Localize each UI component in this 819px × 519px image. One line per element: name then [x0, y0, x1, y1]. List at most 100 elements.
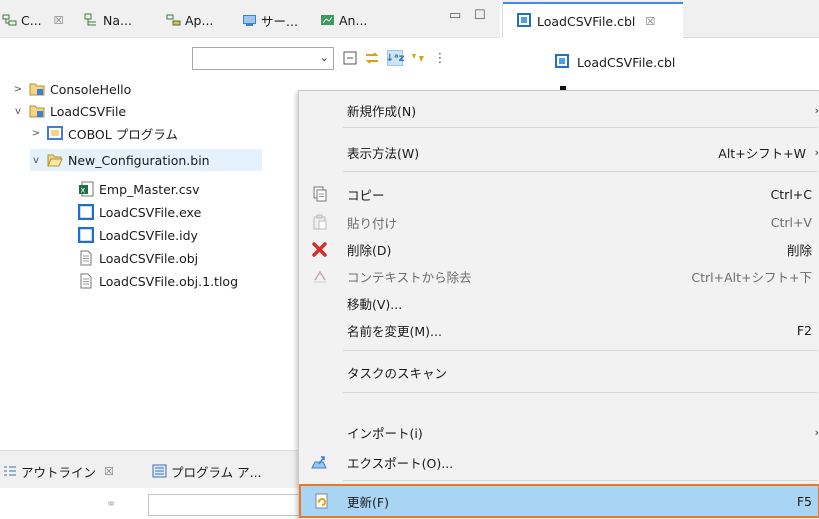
idy-file-icon: [77, 226, 95, 244]
sort-az-icon[interactable]: ↓ᵃz: [386, 50, 404, 66]
tab-label: Ap...: [185, 12, 214, 28]
menu-item-label: 表示方法(W): [347, 145, 420, 161]
menu-item-rename[interactable]: 名前を変更(M)... F2: [299, 315, 819, 345]
outline-filter-field[interactable]: [148, 494, 300, 516]
cobol-program-folder-icon: [47, 125, 63, 141]
tree-item-label: LoadCSVFile.idy: [99, 227, 198, 243]
tree-item-obj[interactable]: LoadCSVFile.obj: [78, 247, 198, 269]
breadcrumb-label: LoadCSVFile.cbl: [577, 55, 676, 70]
text-file-icon: [78, 250, 94, 266]
chevron-right-icon: ›: [814, 103, 819, 117]
menu-item-shortcut: 削除: [786, 242, 812, 258]
menu-item-new[interactable]: 新規作成(N) ›: [299, 95, 819, 125]
copy-icon: [311, 185, 329, 203]
tab-program-structure[interactable]: プログラム ア...: [152, 461, 262, 481]
tree-item-exe[interactable]: LoadCSVFile.exe: [77, 201, 201, 223]
menu-item-label: 更新(F): [347, 494, 389, 510]
tree-item-label: LoadCSVFile.obj: [99, 250, 199, 266]
menu-item-show-in[interactable]: 表示方法(W) Alt+シフト+W ›: [299, 137, 819, 167]
close-icon[interactable]: ☒: [54, 14, 64, 27]
tree-item-label: COBOL プログラム: [68, 126, 178, 142]
tab-analysis[interactable]: An...: [320, 10, 367, 30]
filter-combo[interactable]: ⌄: [192, 47, 334, 70]
svg-text:x: x: [81, 186, 86, 195]
cobol-project-icon: [29, 103, 45, 119]
minimize-icon[interactable]: ▭: [449, 8, 461, 23]
menu-item-scan-tasks[interactable]: タスクのスキャン: [299, 357, 819, 387]
menu-item-label: エクスポート(O)...: [347, 455, 454, 471]
close-icon[interactable]: ☒: [104, 465, 114, 478]
menu-item-shortcut: F5: [796, 493, 812, 509]
tab-outline[interactable]: アウトライン ☒: [2, 461, 114, 481]
cobol-file-icon: [517, 12, 531, 30]
chevron-down-icon[interactable]: v: [12, 106, 24, 117]
tab-label: An...: [339, 12, 368, 28]
tab-project-explorer[interactable]: C... ☒: [2, 10, 64, 30]
link-with-editor-icon[interactable]: [364, 50, 380, 66]
chevron-right-icon: ›: [814, 145, 819, 159]
program-structure-icon: [152, 464, 167, 478]
tree-item-label: ConsoleHello: [50, 81, 132, 97]
tree-item-idy[interactable]: LoadCSVFile.idy: [77, 224, 198, 246]
project-explorer-icon: [2, 13, 17, 27]
tree-item-cobol-program[interactable]: > COBOL プログラム: [30, 122, 178, 144]
menu-separator: [343, 350, 818, 351]
text-file-icon: [78, 273, 94, 289]
maximize-icon[interactable]: ☐: [474, 8, 486, 23]
editor-tab-bar: LoadCSVFile.cbl ☒: [502, 0, 819, 38]
filter-icon[interactable]: [410, 50, 426, 66]
link-icon[interactable]: ⚭: [106, 496, 116, 511]
editor-tab-label: LoadCSVFile.cbl: [537, 13, 636, 29]
menu-item-copy[interactable]: コピー Ctrl+C: [299, 179, 819, 209]
menu-item-move[interactable]: 移動(V)...: [299, 288, 819, 318]
menu-item-delete[interactable]: 削除(D) 削除: [299, 234, 819, 264]
tab-applications[interactable]: Ap...: [166, 10, 213, 30]
tree-item-consolehello[interactable]: > ConsoleHello: [12, 78, 132, 100]
tab-label: C...: [21, 12, 42, 28]
export-icon: [311, 453, 329, 471]
tree-item-loadcsvfile[interactable]: v LoadCSVFile: [12, 100, 126, 122]
menu-item-label: 新規作成(N): [347, 103, 417, 119]
explorer-tab-bar: C... ☒ Na... Ap... サー... An... ▭ ☐: [0, 0, 500, 38]
menu-item-label: インポート(i): [347, 425, 423, 441]
excel-file-icon: x: [78, 181, 94, 197]
menu-item-remove-from-context[interactable]: コンテキストから除去 Ctrl+Alt+シフト+下: [299, 261, 819, 291]
folder-open-icon: [47, 152, 63, 168]
menu-item-shortcut: Ctrl+C: [770, 186, 812, 202]
tab-label: Na...: [103, 12, 132, 28]
refresh-icon: [313, 492, 331, 510]
editor-tab-loadcsvfile[interactable]: LoadCSVFile.cbl ☒: [503, 2, 683, 38]
menu-item-shortcut: Alt+シフト+W: [718, 145, 806, 161]
menu-item-label: タスクのスキャン: [347, 365, 448, 381]
exe-file-icon: [77, 203, 95, 221]
collapse-all-icon[interactable]: [342, 50, 358, 66]
breadcrumb[interactable]: LoadCSVFile.cbl: [555, 54, 675, 71]
application-icon: [166, 13, 181, 27]
server-icon: [242, 13, 257, 27]
remove-context-icon: [311, 267, 329, 285]
menu-separator: [343, 392, 818, 393]
menu-item-refresh[interactable]: 更新(F) F5: [299, 484, 819, 518]
menu-item-paste[interactable]: 貼り付け Ctrl+V: [299, 207, 819, 237]
tree-item-emp-master[interactable]: x Emp_Master.csv: [78, 178, 200, 200]
tab-navigator[interactable]: Na...: [84, 10, 132, 30]
menu-item-label: 削除(D): [347, 242, 392, 258]
chevron-down-icon[interactable]: v: [30, 155, 42, 166]
tree-item-tlog[interactable]: LoadCSVFile.obj.1.tlog: [78, 270, 238, 292]
menu-item-label: コピー: [347, 187, 385, 203]
close-icon[interactable]: ☒: [645, 15, 655, 28]
view-menu-icon[interactable]: ⋮: [432, 50, 448, 66]
chevron-down-icon[interactable]: ⌄: [320, 51, 329, 64]
context-menu: 新規作成(N) › 表示方法(W) Alt+シフト+W › コピー Ctrl+C…: [298, 90, 819, 519]
menu-item-import[interactable]: インポート(i) ›: [299, 417, 819, 447]
tab-label: サー...: [261, 13, 298, 29]
chevron-right-icon[interactable]: >: [12, 84, 24, 95]
outline-toolbar: ⚭: [0, 488, 300, 519]
tree-item-label: New_Configuration.bin: [68, 152, 210, 168]
menu-item-export[interactable]: エクスポート(O)...: [299, 447, 819, 477]
delete-icon: [311, 240, 329, 258]
menu-separator: [343, 127, 818, 128]
chevron-right-icon[interactable]: >: [30, 128, 42, 139]
tab-servers[interactable]: サー...: [242, 10, 298, 30]
tree-item-new-configuration[interactable]: v New_Configuration.bin: [30, 149, 262, 171]
